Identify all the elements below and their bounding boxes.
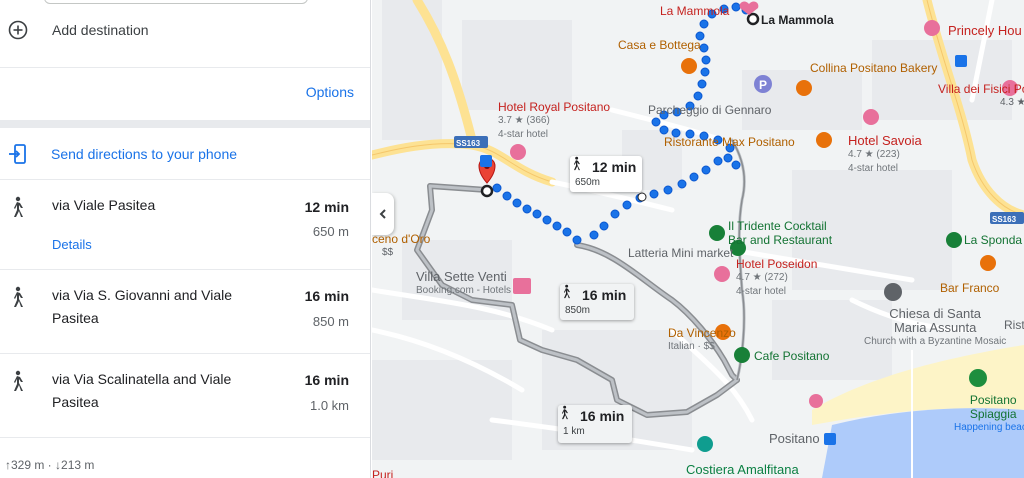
walking-icon [14,286,23,307]
poi-latteria[interactable]: Latteria Mini market [628,246,733,260]
route-option-3[interactable]: via Via Scalinatella and Viale Pasitea 1… [0,354,370,437]
destination-field[interactable] [44,0,308,4]
poi-cafe-positano[interactable]: Cafe Positano [754,349,829,363]
route-time: 12 min [304,199,349,215]
elevation-summary: ↑329 m · ↓213 m [5,458,95,472]
route-option-2[interactable]: via Via S. Giovanni and Viale Pasitea 16… [0,270,370,353]
poi-hotel-royal[interactable]: Hotel Royal Positano 3.7 ★ (366) 4-star … [498,100,610,142]
poi-positano-spiaggia[interactable]: Positano Spiaggia Happening beach [954,393,1024,435]
route-name: via Viale Pasitea [52,197,156,213]
route-bubble-active[interactable]: 12 min 650m [570,156,642,192]
road-shield-ss163: SS163 [456,139,481,148]
options-button[interactable]: Options [306,84,354,100]
route-details-link[interactable]: Details [52,237,92,252]
bubble-distance: 1 km [563,426,585,437]
divider [0,437,370,438]
bubble-distance: 850m [565,305,591,316]
walking-icon [574,156,580,171]
send-to-phone-icon [9,144,26,164]
walking-icon [562,405,568,420]
poi-positano[interactable]: Positano [769,432,820,446]
add-destination-label: Add destination [52,22,149,38]
send-directions-button[interactable]: Send directions to your phone [0,130,370,178]
poi-puri: Puri [372,468,394,478]
origin-point [480,184,494,198]
add-circle-icon [8,20,28,40]
destination-point [746,12,760,26]
route-distance: 650 m [312,224,349,239]
poi-villa-sette-venti[interactable]: Villa Sette Venti Booking.com - Hotels [416,270,511,298]
poi-collina[interactable]: Collina Positano Bakery [810,61,937,75]
route-bubble-alt-2[interactable]: 16 min 1 km [558,405,632,443]
options-row: Options [0,68,370,120]
poi-risto: Risto [1004,318,1024,332]
poi-princely[interactable]: Princely Hou [948,24,1022,38]
poi-hotel-poseidon[interactable]: Hotel Poseidon 4.7 ★ (272) 4-star hotel [736,257,817,299]
origin-pin-icon [478,157,496,184]
collapse-panel-button[interactable] [372,193,394,235]
poi-casa-bottega[interactable]: Casa e Bottega [618,38,701,52]
walking-icon [14,196,23,217]
map-canvas[interactable]: P La Mammola La Mammola Casa e Bottega P… [372,0,1024,478]
poi-da-vincenzo[interactable]: Da Vincenzo Italian · $$ [668,326,736,354]
poi-hotel-savoia[interactable]: Hotel Savoia 4.7 ★ (223) 4-star hotel [848,134,922,176]
poi-villa-fisici[interactable]: Villa dei Fisici Positano [938,82,1024,96]
route-distance: 1.0 km [309,398,349,413]
send-directions-label: Send directions to your phone [51,146,238,162]
poi-villa-fisici-rating: 4.3 ★ [1000,97,1024,108]
route-time: 16 min [304,288,349,304]
poi-chiesa[interactable]: Chiesa di Santa Maria Assunta Church wit… [864,307,1006,349]
walking-icon [14,370,23,391]
poi-il-tridente[interactable]: Il Tridente Cocktail Bar and Restaurant [728,219,832,247]
route-time: 16 min [304,372,349,388]
bubble-time: 16 min [582,287,627,303]
poi-parcheggio[interactable]: Parcheggio di Gennaro [648,103,771,117]
chevron-left-icon [379,209,386,219]
poi-ristorante-max[interactable]: Ristorante Max Positano [664,135,795,149]
directions-panel: Add destination Options Send directions … [0,0,371,478]
poi-ceno-oro[interactable]: ceno d'Oro [372,232,430,246]
section-divider [0,120,370,128]
destination-label[interactable]: La Mammola [761,13,834,27]
bubble-time: 16 min [580,408,625,424]
route-bubble-alt-1[interactable]: 16 min 850m [560,284,634,320]
poi-ceno-price: $$ [382,247,394,258]
bubble-time: 12 min [592,159,637,175]
route-name: via Via Scalinatella and Viale Pasitea [52,371,232,410]
poi-la-sponda[interactable]: La Sponda [964,233,1022,247]
route-name: via Via S. Giovanni and Viale Pasitea [52,287,233,326]
add-destination-button[interactable]: Add destination [0,10,370,50]
route-distance: 850 m [312,314,349,329]
road-shield-ss163: SS163 [992,215,1017,224]
route-option-1[interactable]: via Viale Pasitea 12 min 650 m Details [0,180,370,269]
poi-costiera[interactable]: Costiera Amalfitana [686,463,799,477]
poi-la-mammola[interactable]: La Mammola [660,4,729,18]
bubble-distance: 650m [575,177,601,188]
poi-bar-franco[interactable]: Bar Franco [940,281,999,295]
walking-icon [564,284,570,299]
